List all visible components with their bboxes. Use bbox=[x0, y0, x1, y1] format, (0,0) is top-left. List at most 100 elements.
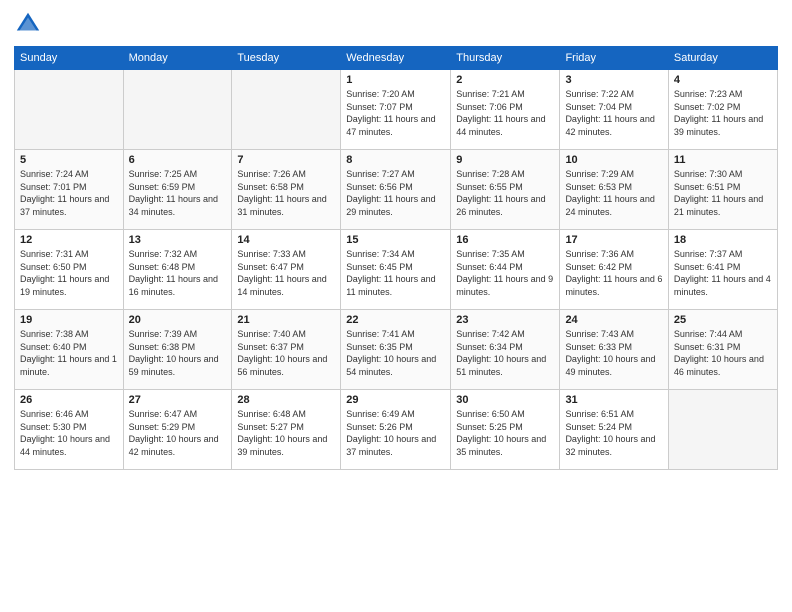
day-info: Sunrise: 6:47 AMSunset: 5:29 PMDaylight:… bbox=[129, 408, 227, 458]
day-info: Sunrise: 7:34 AMSunset: 6:45 PMDaylight:… bbox=[346, 248, 445, 298]
week-row-1: 1 Sunrise: 7:20 AMSunset: 7:07 PMDaylight… bbox=[15, 70, 778, 150]
week-row-4: 19Sunrise: 7:38 AMSunset: 6:40 PMDayligh… bbox=[15, 310, 778, 390]
day-info: Sunrise: 6:46 AMSunset: 5:30 PMDaylight:… bbox=[20, 408, 118, 458]
day-info: Sunrise: 7:22 AMSunset: 7:04 PMDaylight:… bbox=[565, 88, 662, 138]
day-number: 21 bbox=[237, 314, 335, 326]
day-number: 8 bbox=[346, 154, 445, 166]
header-row: SundayMondayTuesdayWednesdayThursdayFrid… bbox=[15, 47, 778, 70]
day-number: 11 bbox=[674, 154, 772, 166]
day-cell: 8 Sunrise: 7:27 AMSunset: 6:56 PMDaylight… bbox=[341, 150, 451, 230]
day-info: Sunrise: 6:49 AMSunset: 5:26 PMDaylight:… bbox=[346, 408, 445, 458]
day-info: Sunrise: 7:30 AMSunset: 6:51 PMDaylight:… bbox=[674, 168, 772, 218]
day-number: 18 bbox=[674, 234, 772, 246]
week-row-2: 5 Sunrise: 7:24 AMSunset: 7:01 PMDaylight… bbox=[15, 150, 778, 230]
week-row-5: 26 Sunrise: 6:46 AMSunset: 5:30 PMDayligh… bbox=[15, 390, 778, 470]
day-cell: 19Sunrise: 7:38 AMSunset: 6:40 PMDayligh… bbox=[15, 310, 124, 390]
column-header-tuesday: Tuesday bbox=[232, 47, 341, 70]
day-info: Sunrise: 7:23 AMSunset: 7:02 PMDaylight:… bbox=[674, 88, 772, 138]
day-info: Sunrise: 7:31 AMSunset: 6:50 PMDaylight:… bbox=[20, 248, 118, 298]
day-info: Sunrise: 6:51 AMSunset: 5:24 PMDaylight:… bbox=[565, 408, 662, 458]
column-header-sunday: Sunday bbox=[15, 47, 124, 70]
day-number: 29 bbox=[346, 394, 445, 406]
day-info: Sunrise: 7:24 AMSunset: 7:01 PMDaylight:… bbox=[20, 168, 118, 218]
column-header-saturday: Saturday bbox=[668, 47, 777, 70]
day-info: Sunrise: 7:28 AMSunset: 6:55 PMDaylight:… bbox=[456, 168, 554, 218]
day-info: Sunrise: 7:38 AMSunset: 6:40 PMDaylight:… bbox=[20, 328, 118, 378]
day-info: Sunrise: 7:41 AMSunset: 6:35 PMDaylight:… bbox=[346, 328, 445, 378]
week-row-3: 12 Sunrise: 7:31 AMSunset: 6:50 PMDayligh… bbox=[15, 230, 778, 310]
day-number: 24 bbox=[565, 314, 662, 326]
column-header-monday: Monday bbox=[123, 47, 232, 70]
day-cell: 16 Sunrise: 7:35 AMSunset: 6:44 PMDayligh… bbox=[451, 230, 560, 310]
day-cell: 30 Sunrise: 6:50 AMSunset: 5:25 PMDayligh… bbox=[451, 390, 560, 470]
day-cell: 11 Sunrise: 7:30 AMSunset: 6:51 PMDayligh… bbox=[668, 150, 777, 230]
page: SundayMondayTuesdayWednesdayThursdayFrid… bbox=[0, 0, 792, 612]
day-cell: 21Sunrise: 7:40 AMSunset: 6:37 PMDayligh… bbox=[232, 310, 341, 390]
day-info: Sunrise: 7:20 AMSunset: 7:07 PMDaylight:… bbox=[346, 88, 445, 138]
day-cell: 3 Sunrise: 7:22 AMSunset: 7:04 PMDaylight… bbox=[560, 70, 668, 150]
day-info: Sunrise: 7:29 AMSunset: 6:53 PMDaylight:… bbox=[565, 168, 662, 218]
day-info: Sunrise: 7:27 AMSunset: 6:56 PMDaylight:… bbox=[346, 168, 445, 218]
header bbox=[14, 10, 778, 38]
day-number: 3 bbox=[565, 74, 662, 86]
day-info: Sunrise: 7:25 AMSunset: 6:59 PMDaylight:… bbox=[129, 168, 227, 218]
day-cell: 26 Sunrise: 6:46 AMSunset: 5:30 PMDayligh… bbox=[15, 390, 124, 470]
logo bbox=[14, 10, 46, 38]
day-info: Sunrise: 7:35 AMSunset: 6:44 PMDaylight:… bbox=[456, 248, 554, 298]
day-cell: 17Sunrise: 7:36 AMSunset: 6:42 PMDayligh… bbox=[560, 230, 668, 310]
day-cell: 15 Sunrise: 7:34 AMSunset: 6:45 PMDayligh… bbox=[341, 230, 451, 310]
day-info: Sunrise: 7:26 AMSunset: 6:58 PMDaylight:… bbox=[237, 168, 335, 218]
day-number: 12 bbox=[20, 234, 118, 246]
day-cell: 6 Sunrise: 7:25 AMSunset: 6:59 PMDaylight… bbox=[123, 150, 232, 230]
day-number: 4 bbox=[674, 74, 772, 86]
day-info: Sunrise: 7:43 AMSunset: 6:33 PMDaylight:… bbox=[565, 328, 662, 378]
day-info: Sunrise: 7:39 AMSunset: 6:38 PMDaylight:… bbox=[129, 328, 227, 378]
day-cell: 1 Sunrise: 7:20 AMSunset: 7:07 PMDaylight… bbox=[341, 70, 451, 150]
day-cell bbox=[668, 390, 777, 470]
day-info: Sunrise: 7:37 AMSunset: 6:41 PMDaylight:… bbox=[674, 248, 772, 298]
logo-icon bbox=[14, 10, 42, 38]
day-number: 23 bbox=[456, 314, 554, 326]
day-number: 13 bbox=[129, 234, 227, 246]
day-cell: 10 Sunrise: 7:29 AMSunset: 6:53 PMDayligh… bbox=[560, 150, 668, 230]
day-cell: 9Sunrise: 7:28 AMSunset: 6:55 PMDaylight… bbox=[451, 150, 560, 230]
day-number: 1 bbox=[346, 74, 445, 86]
day-cell: 20 Sunrise: 7:39 AMSunset: 6:38 PMDayligh… bbox=[123, 310, 232, 390]
day-cell: 29 Sunrise: 6:49 AMSunset: 5:26 PMDayligh… bbox=[341, 390, 451, 470]
day-info: Sunrise: 7:32 AMSunset: 6:48 PMDaylight:… bbox=[129, 248, 227, 298]
day-number: 22 bbox=[346, 314, 445, 326]
day-cell: 25Sunrise: 7:44 AMSunset: 6:31 PMDayligh… bbox=[668, 310, 777, 390]
day-cell bbox=[15, 70, 124, 150]
column-header-thursday: Thursday bbox=[451, 47, 560, 70]
day-number: 26 bbox=[20, 394, 118, 406]
day-cell bbox=[232, 70, 341, 150]
day-cell: 23 Sunrise: 7:42 AMSunset: 6:34 PMDayligh… bbox=[451, 310, 560, 390]
day-info: Sunrise: 6:48 AMSunset: 5:27 PMDaylight:… bbox=[237, 408, 335, 458]
day-number: 27 bbox=[129, 394, 227, 406]
day-info: Sunrise: 7:42 AMSunset: 6:34 PMDaylight:… bbox=[456, 328, 554, 378]
day-cell: 13 Sunrise: 7:32 AMSunset: 6:48 PMDayligh… bbox=[123, 230, 232, 310]
day-cell: 14Sunrise: 7:33 AMSunset: 6:47 PMDayligh… bbox=[232, 230, 341, 310]
day-info: Sunrise: 6:50 AMSunset: 5:25 PMDaylight:… bbox=[456, 408, 554, 458]
day-info: Sunrise: 7:21 AMSunset: 7:06 PMDaylight:… bbox=[456, 88, 554, 138]
column-header-wednesday: Wednesday bbox=[341, 47, 451, 70]
day-cell: 31 Sunrise: 6:51 AMSunset: 5:24 PMDayligh… bbox=[560, 390, 668, 470]
day-number: 15 bbox=[346, 234, 445, 246]
day-number: 6 bbox=[129, 154, 227, 166]
day-number: 31 bbox=[565, 394, 662, 406]
day-cell: 2 Sunrise: 7:21 AMSunset: 7:06 PMDaylight… bbox=[451, 70, 560, 150]
day-cell: 4 Sunrise: 7:23 AMSunset: 7:02 PMDaylight… bbox=[668, 70, 777, 150]
day-cell: 7Sunrise: 7:26 AMSunset: 6:58 PMDaylight… bbox=[232, 150, 341, 230]
day-number: 10 bbox=[565, 154, 662, 166]
day-number: 16 bbox=[456, 234, 554, 246]
day-cell: 27 Sunrise: 6:47 AMSunset: 5:29 PMDayligh… bbox=[123, 390, 232, 470]
calendar-table: SundayMondayTuesdayWednesdayThursdayFrid… bbox=[14, 46, 778, 470]
day-number: 20 bbox=[129, 314, 227, 326]
day-number: 14 bbox=[237, 234, 335, 246]
day-cell: 22 Sunrise: 7:41 AMSunset: 6:35 PMDayligh… bbox=[341, 310, 451, 390]
day-number: 28 bbox=[237, 394, 335, 406]
day-number: 5 bbox=[20, 154, 118, 166]
day-number: 30 bbox=[456, 394, 554, 406]
day-cell: 28 Sunrise: 6:48 AMSunset: 5:27 PMDayligh… bbox=[232, 390, 341, 470]
day-number: 2 bbox=[456, 74, 554, 86]
